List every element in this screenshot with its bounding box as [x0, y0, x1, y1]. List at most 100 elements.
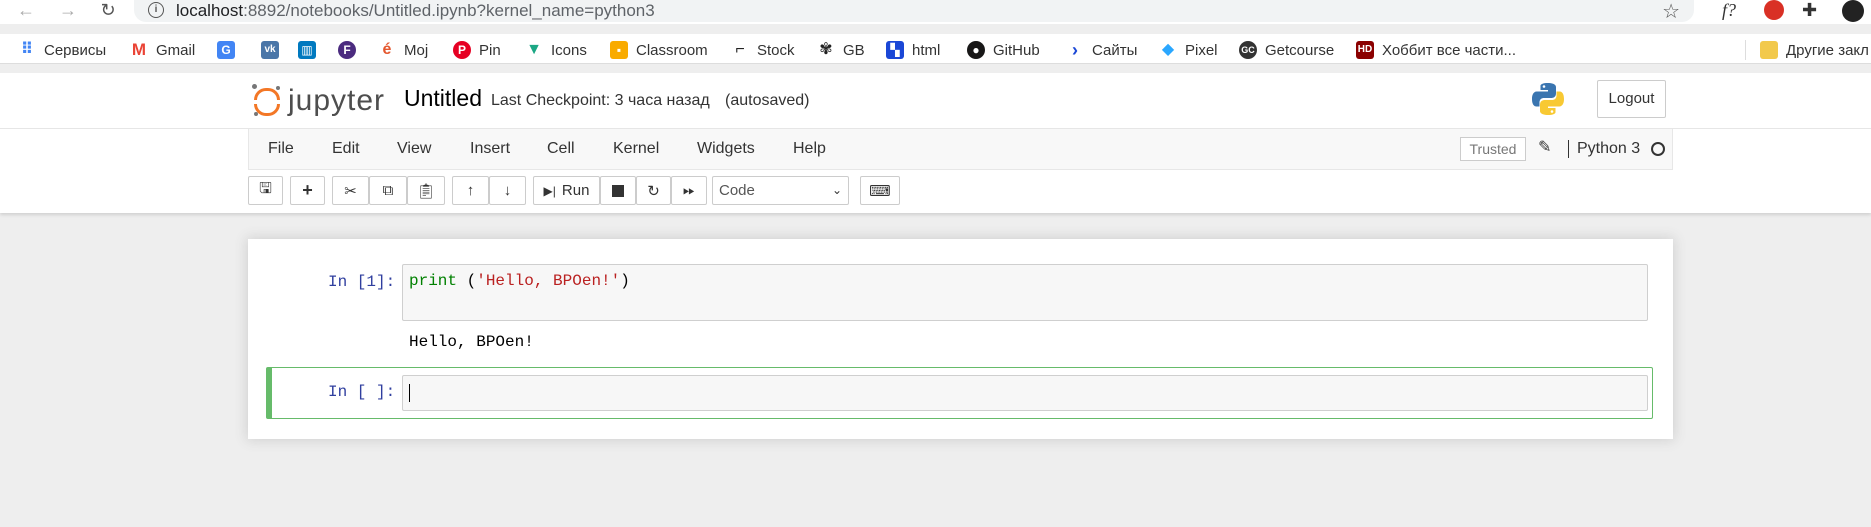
getcourse-icon: GC — [1239, 41, 1257, 59]
paste-icon: 📋︎ — [416, 182, 436, 200]
bookmark-icons[interactable]: ▼ Icons — [525, 40, 587, 60]
bookmark-classroom[interactable]: ▪ Classroom — [610, 40, 708, 60]
menu-cell[interactable]: Cell — [547, 140, 575, 158]
menubar: File Edit View Insert Cell Kernel Widget… — [248, 129, 1673, 170]
menu-insert[interactable]: Insert — [470, 140, 510, 158]
bookmark-label: Другие закл — [1786, 41, 1869, 59]
bookmark-label: Сайты — [1092, 41, 1138, 59]
cell-type-select[interactable]: Code ⌄ — [712, 176, 849, 205]
bookmark-stock[interactable]: ⌐ Stock — [731, 40, 795, 60]
trusted-indicator[interactable]: Trusted — [1460, 137, 1526, 161]
bookmark-label: Moj — [404, 41, 429, 59]
classroom-icon: ▪ — [610, 41, 628, 59]
bookmark-label: html — [912, 41, 941, 59]
f-icon: F — [338, 41, 356, 59]
github-icon: ● — [967, 41, 985, 59]
notebook-name[interactable]: Untitled — [404, 85, 482, 112]
menu-kernel[interactable]: Kernel — [613, 140, 659, 158]
run-button[interactable]: ▶| Run — [533, 176, 600, 205]
move-up-button[interactable]: ↑ — [452, 176, 489, 205]
menu-file[interactable]: File — [268, 140, 294, 158]
bookmark-pin[interactable]: P Pin — [453, 40, 501, 60]
bookmark-label: Icons — [551, 41, 587, 59]
keyboard-icon: ⌨ — [869, 182, 891, 200]
kernel-name[interactable]: Python 3 — [1568, 140, 1640, 158]
copy-button[interactable]: ⧉ — [369, 176, 407, 205]
bookmark-moj[interactable]: é Moj — [378, 40, 429, 60]
run-label: Run — [561, 182, 590, 199]
bookmark-f[interactable]: F — [338, 40, 364, 60]
bookmark-translate[interactable]: G — [217, 40, 243, 60]
bookmark-getcourse[interactable]: GC Getcourse — [1239, 40, 1334, 60]
menu-help[interactable]: Help — [793, 140, 826, 158]
bookmark-label: Хоббит все части... — [1382, 41, 1516, 59]
plus-icon: + — [302, 180, 313, 200]
bookmark-apps[interactable]: ⠿ Сервисы — [18, 40, 106, 60]
arrow-down-icon: ↓ — [503, 182, 512, 199]
cut-button[interactable]: ✂ — [332, 176, 369, 205]
bookmark-trello[interactable]: ▥ — [298, 40, 324, 60]
code-paren-close: ) — [620, 272, 630, 290]
bookmark-label: Pixel — [1185, 41, 1218, 59]
logout-button[interactable]: Logout — [1597, 80, 1666, 118]
restart-run-all-button[interactable]: ⏩︎ — [671, 176, 707, 205]
arrow-up-icon: ↑ — [466, 182, 475, 199]
bookmark-vk[interactable]: vk — [261, 40, 287, 60]
url-text[interactable]: localhost:8892/notebooks/Untitled.ipynb?… — [176, 1, 655, 21]
reload-icon[interactable]: ↻ — [96, 0, 120, 22]
cell-2-code-editor[interactable] — [402, 375, 1648, 411]
bookmark-label: Stock — [757, 41, 795, 59]
paste-button[interactable]: 📋︎ — [407, 176, 445, 205]
kernel-idle-indicator-icon — [1651, 142, 1665, 156]
menu-edit[interactable]: Edit — [332, 140, 360, 158]
profile-avatar[interactable] — [1842, 0, 1864, 22]
last-checkpoint: Last Checkpoint: 3 часа назад — [491, 92, 710, 109]
edit-mode-pencil-icon: ✎ — [1538, 139, 1552, 156]
restart-button[interactable]: ↻ — [636, 176, 671, 205]
code-paren-open: ( — [457, 272, 477, 290]
cell-1-code-editor[interactable]: print ('Hello, BPOen!') — [402, 264, 1648, 321]
fast-forward-icon: ⏩︎ — [682, 182, 695, 199]
address-bar[interactable]: i localhost:8892/notebooks/Untitled.ipyn… — [134, 0, 1694, 24]
move-down-button[interactable]: ↓ — [489, 176, 526, 205]
cell-2-prompt: In [ ]: — [328, 383, 396, 401]
bookmark-hobbit[interactable]: HD Хоббит все части... — [1356, 40, 1516, 60]
bookmark-pixel[interactable]: ◆ Pixel — [1159, 40, 1218, 60]
bookmark-star-icon[interactable]: ☆ — [1662, 0, 1680, 24]
bookmark-label: Getcourse — [1265, 41, 1335, 59]
restart-icon: ↻ — [647, 182, 660, 200]
gmail-icon: M — [131, 40, 147, 59]
jupyter-header: jupyter Untitled Last Checkpoint: 3 часа… — [0, 73, 1871, 129]
interrupt-button[interactable] — [600, 176, 636, 205]
menu-view[interactable]: View — [397, 140, 431, 158]
menu-widgets[interactable]: Widgets — [697, 140, 755, 158]
openai-icon: ✾ — [819, 41, 833, 58]
command-palette-button[interactable]: ⌨ — [860, 176, 900, 205]
bookmark-gb[interactable]: ✾ GB — [817, 40, 864, 60]
bookmark-gmail[interactable]: M Gmail — [130, 40, 195, 60]
forward-arrow-icon[interactable]: → — [56, 0, 80, 22]
apps-grid-icon: ⠿ — [20, 41, 34, 58]
chevron-down-icon: ⌄ — [831, 183, 842, 197]
bookmark-sites[interactable]: › Сайты — [1066, 40, 1137, 60]
bookmark-label: Сервисы — [44, 41, 107, 59]
formula-extension-icon[interactable]: f? — [1722, 0, 1736, 21]
save-button[interactable]: 🖫 — [248, 176, 283, 205]
html-icon: ▚ — [886, 41, 904, 59]
site-info-icon[interactable]: i — [148, 2, 164, 18]
jupyter-logo[interactable]: jupyter — [252, 81, 385, 121]
bookmark-label: GitHub — [993, 41, 1040, 59]
menu-toolbar-area: File Edit View Insert Cell Kernel Widget… — [0, 129, 1871, 213]
notebook-container: In [1]: print ('Hello, BPOen!') Hello, B… — [248, 239, 1673, 439]
bookmark-label: Pin — [479, 41, 501, 59]
chevron-icon: › — [1072, 40, 1078, 60]
bookmark-other[interactable]: Другие закл — [1745, 40, 1869, 60]
block-extension-icon[interactable] — [1764, 0, 1784, 20]
back-arrow-icon[interactable]: ← — [14, 0, 38, 22]
insert-cell-button[interactable]: + — [290, 176, 325, 205]
hd-icon: HD — [1356, 41, 1374, 59]
puzzle-extensions-icon[interactable]: ✚ — [1802, 0, 1817, 21]
bookmark-html[interactable]: ▚ html — [886, 40, 940, 60]
bookmark-github[interactable]: ● GitHub — [967, 40, 1040, 60]
stock-icon: ⌐ — [735, 41, 745, 58]
